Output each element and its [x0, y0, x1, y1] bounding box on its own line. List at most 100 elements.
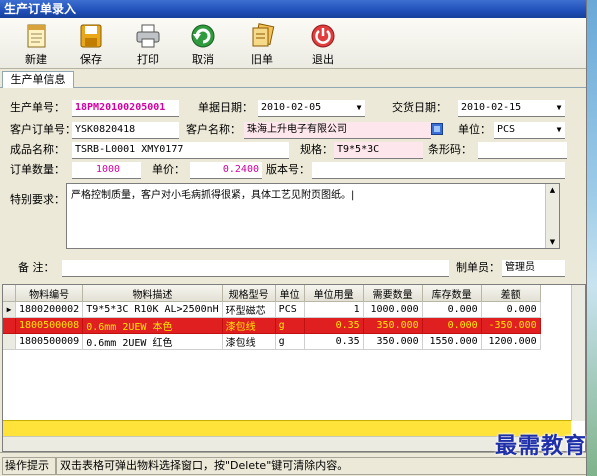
cell-spec[interactable]: 漆包线 [222, 317, 276, 334]
price-label: 单价： [152, 163, 185, 176]
save-button[interactable]: 保存 [65, 20, 117, 66]
special-requirement-textarea[interactable]: 严格控制质量，客户对小毛病抓得很紧，具体工艺见附页图纸。| ▲ ▼ [66, 183, 560, 249]
document-stack-icon [252, 23, 275, 47]
column-header[interactable]: 差额 [481, 285, 541, 302]
column-header[interactable]: 库存数量 [422, 285, 482, 302]
cell-need[interactable]: 350.000 [363, 317, 423, 334]
cell-stock[interactable]: 0.000 [422, 301, 482, 318]
barcode-label: 条形码： [428, 143, 472, 156]
table-row[interactable]: ▶ 1800200002 T9*5*3C R10K AL>2500nH 环型磁芯… [3, 301, 541, 318]
unit-value: PCS [497, 124, 516, 135]
chevron-down-icon[interactable]: ▼ [553, 122, 565, 138]
column-header[interactable]: 单位 [275, 285, 305, 302]
cell-spec[interactable]: 漆包线 [222, 333, 276, 350]
table-row[interactable]: 1800500009 0.6mm 2UEW 红色 漆包线 g 0.35 350.… [3, 333, 541, 350]
new-button[interactable]: 新建 [10, 20, 62, 66]
row-indicator [3, 333, 16, 350]
watermark-logo: 最需教育 [495, 433, 588, 459]
cell-desc[interactable]: T9*5*3C R10K AL>2500nH [82, 301, 223, 318]
column-header[interactable]: 物料描述 [82, 285, 223, 302]
spec-field[interactable]: T9*5*3C [334, 142, 423, 159]
cell-usage[interactable]: 0.35 [304, 317, 364, 334]
delivery-date-value: 2010-02-15 [461, 102, 522, 113]
special-requirement-text: 严格控制质量，客户对小毛病抓得很紧，具体工艺见附页图纸。| [71, 190, 355, 201]
cust-order-field[interactable]: YSK0820418 [72, 122, 179, 139]
cell-unit[interactable]: g [275, 317, 305, 334]
cust-name-label: 客户名称： [186, 123, 241, 136]
memo-scrollbar[interactable]: ▲ ▼ [545, 184, 559, 248]
price-field[interactable]: 0.2400 [190, 162, 262, 179]
cell-need[interactable]: 350.000 [363, 333, 423, 350]
cell-code[interactable]: 1800200002 [15, 301, 84, 318]
tab-order-info[interactable]: 生产单信息 [2, 71, 74, 88]
exit-button[interactable]: 退出 [297, 20, 349, 66]
old-order-button[interactable]: 旧单 [236, 20, 288, 66]
remark-field[interactable] [62, 260, 449, 277]
cell-unit[interactable]: PCS [275, 301, 305, 318]
column-header[interactable]: 需要数量 [363, 285, 423, 302]
unit-field[interactable]: PCS ▼ [494, 122, 565, 139]
doc-date-label: 单据日期： [198, 101, 253, 114]
cancel-button-label: 取消 [192, 53, 214, 66]
cell-need[interactable]: 1000.000 [363, 301, 423, 318]
cell-spec[interactable]: 环型磁芯 [222, 301, 276, 318]
grid-vertical-scrollbar[interactable] [571, 285, 585, 421]
version-field[interactable] [312, 162, 565, 179]
table-header-row: 物料编号 物料描述 规格型号 单位 单位用量 需要数量 库存数量 差额 [3, 285, 541, 302]
doc-date-field[interactable]: 2010-02-05 ▼ [258, 100, 365, 117]
table-row-selected[interactable]: 1800500008 0.6mm 2UEW 本色 漆包线 g 0.35 350.… [3, 317, 541, 334]
exit-button-label: 退出 [312, 53, 334, 66]
unit-label: 单位： [458, 123, 491, 136]
cell-desc[interactable]: 0.6mm 2UEW 红色 [82, 333, 223, 350]
qty-field[interactable]: 1000 [72, 162, 141, 179]
lookup-icon[interactable] [431, 123, 443, 135]
print-button[interactable]: 打印 [122, 20, 174, 66]
cell-diff[interactable]: 0.000 [481, 301, 541, 318]
material-table: 物料编号 物料描述 规格型号 单位 单位用量 需要数量 库存数量 差额 ▶ 18… [3, 285, 541, 350]
totals-bar [3, 420, 571, 437]
column-header[interactable]: 规格型号 [222, 285, 276, 302]
order-entry-window: 生产订单录入 新建 保存 打印 取消 旧单 退出 生产单信息 生产单号： 18P… [0, 0, 587, 476]
material-grid[interactable]: 物料编号 物料描述 规格型号 单位 单位用量 需要数量 库存数量 差额 ▶ 18… [2, 284, 586, 452]
toolbar: 新建 保存 打印 取消 旧单 退出 [0, 18, 586, 69]
cell-usage[interactable]: 1 [304, 301, 364, 318]
qty-label: 订单数量： [10, 163, 65, 176]
spec-label: 规格： [300, 143, 333, 156]
cell-unit[interactable]: g [275, 333, 305, 350]
delivery-date-label: 交货日期： [392, 101, 447, 114]
scroll-down-icon[interactable]: ▼ [546, 236, 559, 248]
order-no-field[interactable]: 18PM20100205001 [72, 100, 179, 117]
old-order-button-label: 旧单 [251, 53, 273, 66]
cell-diff[interactable]: 1200.000 [481, 333, 541, 350]
chevron-down-icon[interactable]: ▼ [553, 100, 565, 116]
new-document-icon [27, 24, 46, 48]
cell-diff[interactable]: -350.000 [481, 317, 541, 334]
new-button-label: 新建 [25, 53, 47, 66]
column-header[interactable]: 物料编号 [15, 285, 84, 302]
barcode-field[interactable] [478, 142, 567, 159]
power-icon [311, 24, 335, 48]
cell-code[interactable]: 1800500009 [15, 333, 84, 350]
delivery-date-field[interactable]: 2010-02-15 ▼ [458, 100, 565, 117]
product-field[interactable]: TSRB-L0001 XMY0177 [72, 142, 289, 159]
column-header[interactable]: 单位用量 [304, 285, 364, 302]
cust-name-field[interactable]: 珠海上升电子有限公司 [244, 122, 431, 139]
maker-field[interactable]: 管理员 [502, 260, 565, 277]
row-indicator [3, 317, 16, 334]
cell-stock[interactable]: 1550.000 [422, 333, 482, 350]
scroll-up-icon[interactable]: ▲ [546, 184, 559, 196]
cell-stock[interactable]: 0.000 [422, 317, 482, 334]
save-button-label: 保存 [80, 53, 102, 66]
chevron-down-icon[interactable]: ▼ [353, 100, 365, 116]
grid-horizontal-scrollbar[interactable] [3, 436, 571, 451]
cell-usage[interactable]: 0.35 [304, 333, 364, 350]
tab-bar: 生产单信息 [0, 69, 586, 88]
version-label: 版本号： [266, 163, 310, 176]
row-indicator-header [3, 285, 16, 302]
status-hint-label: 操作提示 [2, 457, 56, 475]
cell-code[interactable]: 1800500008 [15, 317, 84, 334]
cancel-button[interactable]: 取消 [177, 20, 229, 66]
cust-order-label: 客户订单号： [10, 123, 76, 136]
cell-desc[interactable]: 0.6mm 2UEW 本色 [82, 317, 223, 334]
print-button-label: 打印 [137, 53, 159, 66]
